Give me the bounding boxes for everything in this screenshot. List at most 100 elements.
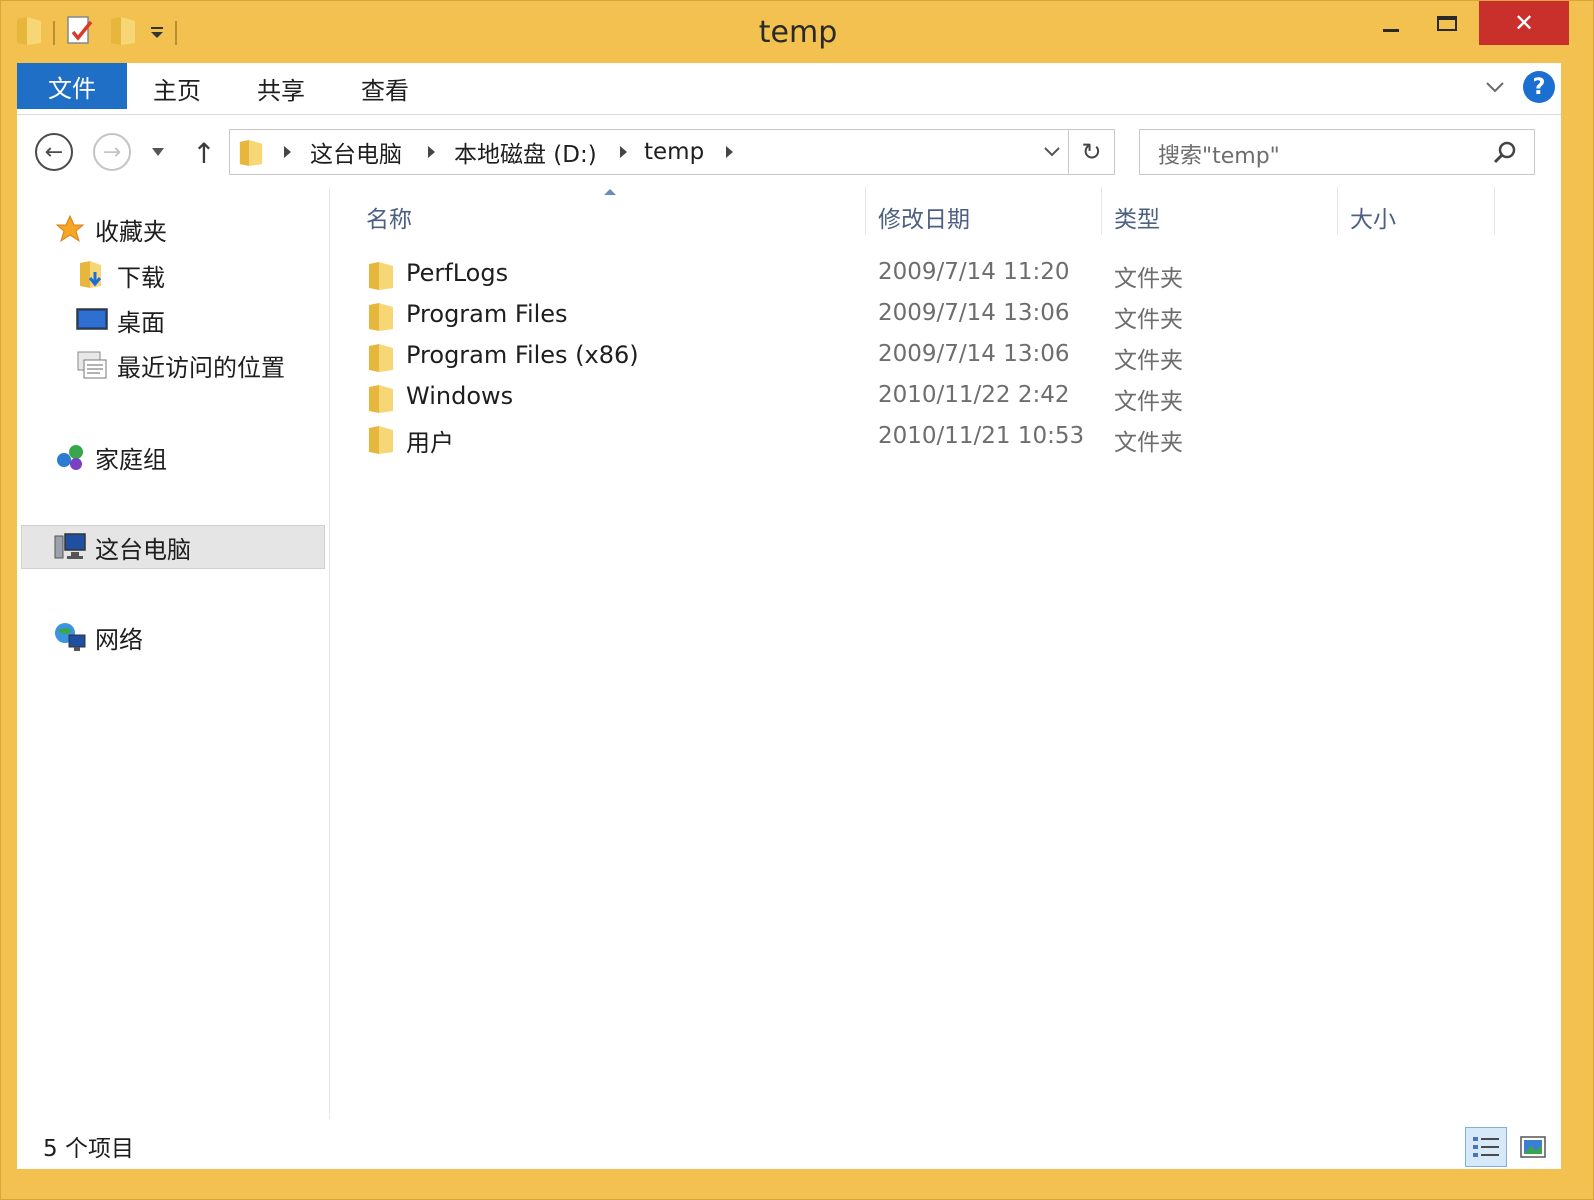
- status-bar: 5 个项目: [17, 1119, 1561, 1169]
- file-row[interactable]: Program Files 2009/7/14 13:06 文件夹: [330, 296, 1561, 337]
- navigation-bar: ← → ↑ 这台电脑 本地磁盘 (D:) temp ↻ 搜索"temp": [17, 115, 1561, 187]
- file-date: 2009/7/14 13:06: [878, 341, 1070, 367]
- file-row[interactable]: PerfLogs 2009/7/14 11:20 文件夹: [330, 255, 1561, 296]
- file-date: 2010/11/21 10:53: [878, 423, 1085, 449]
- file-date: 2009/7/14 13:06: [878, 300, 1070, 326]
- large-icons-view-icon: [1520, 1136, 1546, 1158]
- forward-arrow-icon: →: [102, 139, 122, 165]
- ribbon-expand-button[interactable]: [1481, 73, 1509, 101]
- sidebar-item-recent-places[interactable]: 最近访问的位置: [75, 345, 285, 385]
- ribbon: 文件 主页 共享 查看 ?: [17, 63, 1561, 115]
- close-button[interactable]: ✕: [1479, 1, 1569, 45]
- file-type: 文件夹: [1114, 348, 1183, 374]
- breadcrumb-temp[interactable]: temp: [644, 136, 704, 168]
- search-icon[interactable]: [1492, 140, 1518, 166]
- network-icon: [53, 620, 87, 654]
- file-date: 2010/11/22 2:42: [878, 382, 1070, 408]
- navigation-pane: 收藏夹 下载 桌面 最近访问的位置 家庭组 这台电脑 网络: [17, 187, 329, 1119]
- sidebar-item-label: 这台电脑: [95, 535, 191, 564]
- folder-icon: [369, 262, 393, 290]
- star-icon: [53, 212, 87, 246]
- content-area: 收藏夹 下载 桌面 最近访问的位置 家庭组 这台电脑 网络 名称 修改日期 类型…: [17, 187, 1561, 1119]
- sidebar-item-favorites[interactable]: 收藏夹: [53, 209, 167, 249]
- recent-locations-button[interactable]: [149, 143, 167, 161]
- file-name: Windows: [406, 382, 514, 410]
- column-separator[interactable]: [1494, 187, 1495, 235]
- details-view-button[interactable]: [1465, 1127, 1507, 1167]
- file-type: 文件夹: [1114, 430, 1183, 456]
- folder-icon: [369, 385, 393, 413]
- folder-icon: [369, 426, 393, 454]
- file-row[interactable]: 用户 2010/11/21 10:53 文件夹: [330, 419, 1561, 460]
- chevron-down-icon: [152, 148, 164, 156]
- up-button[interactable]: ↑: [189, 135, 219, 171]
- file-type: 文件夹: [1114, 266, 1183, 292]
- file-date: 2009/7/14 11:20: [878, 259, 1070, 285]
- breadcrumb-separator-icon[interactable]: [428, 146, 435, 158]
- sidebar-item-label: 网络: [95, 625, 143, 654]
- address-bar[interactable]: 这台电脑 本地磁盘 (D:) temp ↻: [229, 129, 1115, 175]
- maximize-icon: [1437, 15, 1457, 31]
- column-separator[interactable]: [1101, 187, 1102, 235]
- forward-button[interactable]: →: [93, 133, 131, 171]
- column-header-name[interactable]: 名称: [366, 201, 412, 233]
- refresh-icon: ↻: [1081, 138, 1102, 166]
- sidebar-item-label: 家庭组: [95, 445, 167, 474]
- up-arrow-icon: ↑: [192, 136, 216, 170]
- breadcrumb-separator-icon[interactable]: [284, 146, 291, 158]
- file-row[interactable]: Windows 2010/11/22 2:42 文件夹: [330, 378, 1561, 419]
- column-header-type[interactable]: 类型: [1114, 201, 1160, 233]
- sidebar-item-label: 桌面: [117, 308, 165, 337]
- help-button[interactable]: ?: [1523, 71, 1555, 103]
- large-icons-view-button[interactable]: [1513, 1127, 1553, 1167]
- folder-icon: [238, 138, 264, 172]
- column-header-date[interactable]: 修改日期: [878, 201, 970, 233]
- sidebar-item-label: 下载: [117, 263, 165, 292]
- breadcrumb-separator-icon[interactable]: [726, 146, 733, 158]
- tab-share[interactable]: 共享: [257, 63, 305, 113]
- file-name: PerfLogs: [406, 259, 509, 287]
- sidebar-item-label: 最近访问的位置: [117, 353, 285, 382]
- recent-places-icon: [75, 348, 109, 382]
- breadcrumb-this-pc[interactable]: 这台电脑: [310, 136, 402, 168]
- column-header-size[interactable]: 大小: [1350, 201, 1396, 233]
- sidebar-item-label: 收藏夹: [95, 217, 167, 246]
- chevron-down-icon: [1486, 82, 1504, 93]
- item-count: 5 个项目: [43, 1136, 134, 1162]
- sidebar-item-homegroup[interactable]: 家庭组: [53, 437, 167, 477]
- details-view-icon: [1473, 1137, 1499, 1157]
- computer-icon: [53, 530, 87, 564]
- explorer-window: temp ✕ 文件 主页 共享 查看 ? ← → ↑ 这台电脑 本地磁盘 (D:…: [0, 0, 1594, 1200]
- sidebar-item-desktop[interactable]: 桌面: [75, 300, 165, 340]
- file-name: Program Files (x86): [406, 341, 639, 369]
- tab-home[interactable]: 主页: [153, 63, 201, 113]
- folder-icon: [369, 303, 393, 331]
- back-arrow-icon: ←: [44, 139, 64, 165]
- refresh-button[interactable]: ↻: [1068, 130, 1114, 174]
- file-name: 用户: [406, 429, 454, 457]
- maximize-button[interactable]: [1421, 1, 1473, 45]
- column-separator[interactable]: [865, 187, 866, 235]
- window-title: temp: [758, 15, 838, 50]
- sidebar-item-network[interactable]: 网络: [53, 617, 143, 657]
- breadcrumb-separator-icon[interactable]: [620, 146, 627, 158]
- sidebar-item-downloads[interactable]: 下载: [75, 255, 165, 295]
- title-bar: temp ✕: [1, 1, 1594, 63]
- file-row[interactable]: Program Files (x86) 2009/7/14 13:06 文件夹: [330, 337, 1561, 378]
- column-separator[interactable]: [1337, 187, 1338, 235]
- breadcrumb-local-disk[interactable]: 本地磁盘 (D:): [454, 136, 597, 168]
- tab-view[interactable]: 查看: [361, 63, 409, 113]
- file-type: 文件夹: [1114, 389, 1183, 415]
- minimize-button[interactable]: [1367, 1, 1415, 45]
- sidebar-item-this-pc[interactable]: 这台电脑: [53, 527, 191, 567]
- sort-ascending-icon: [604, 189, 616, 195]
- folder-icon: [369, 344, 393, 372]
- address-history-button[interactable]: [1036, 130, 1068, 174]
- search-input[interactable]: 搜索"temp": [1139, 129, 1535, 175]
- back-button[interactable]: ←: [35, 133, 73, 171]
- tab-file[interactable]: 文件: [17, 63, 127, 109]
- search-placeholder: 搜索"temp": [1158, 144, 1280, 169]
- file-type: 文件夹: [1114, 307, 1183, 333]
- file-list: 名称 修改日期 类型 大小 PerfLogs 2009/7/14 11:20 文…: [330, 187, 1561, 1119]
- chevron-down-icon: [1044, 147, 1060, 157]
